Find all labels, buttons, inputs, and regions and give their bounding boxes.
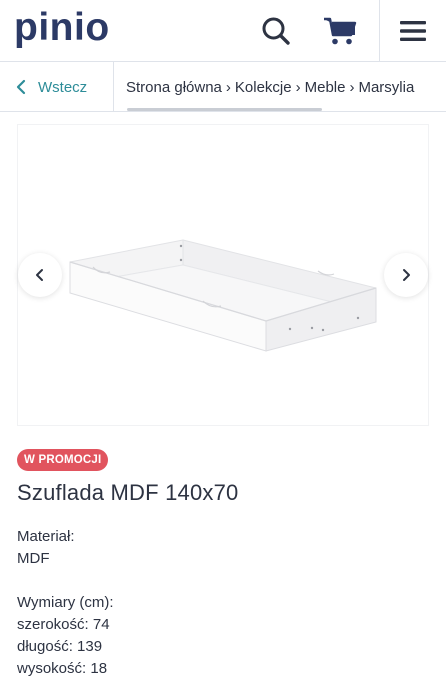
chevron-left-icon <box>16 79 26 95</box>
breadcrumb-item-furniture[interactable]: Meble <box>305 79 346 96</box>
gallery-prev-button[interactable] <box>18 253 62 297</box>
menu-button[interactable] <box>379 0 446 62</box>
material-label: Materiał: <box>17 528 75 545</box>
breadcrumb-separator: › <box>295 78 301 96</box>
back-label: Wstecz <box>38 78 88 96</box>
breadcrumb-item-marsylia[interactable]: Marsylia <box>358 79 414 96</box>
dimension-width: szerokość: 74 <box>17 616 110 633</box>
dimensions-label: Wymiary (cm): <box>17 594 114 611</box>
product-image-gallery[interactable] <box>17 124 429 426</box>
product-title: Szuflada MDF 140x70 <box>17 480 239 505</box>
chevron-right-icon <box>403 269 410 281</box>
cart-button[interactable] <box>312 0 368 62</box>
chevron-left-icon <box>36 269 43 281</box>
breadcrumb-separator: › <box>349 78 355 96</box>
search-icon <box>262 17 290 45</box>
hamburger-menu-icon <box>400 21 426 41</box>
top-header: pinio <box>0 0 446 62</box>
breadcrumb-item-collections[interactable]: Kolekcje <box>235 79 292 96</box>
breadcrumb-separator: › <box>225 78 231 96</box>
search-button[interactable] <box>248 0 304 62</box>
promo-badge: W PROMOCJI <box>17 449 109 471</box>
breadcrumb-item-home[interactable]: Strona główna <box>126 79 222 96</box>
product-image <box>69 239 377 352</box>
pinio-logo[interactable]: pinio <box>14 6 110 50</box>
material-value: MDF <box>17 550 50 567</box>
dimension-length: długość: 139 <box>17 638 103 655</box>
breadcrumb-bar: Wstecz Strona główna › Kolekcje › Meble … <box>0 62 446 112</box>
back-button[interactable]: Wstecz <box>0 62 114 112</box>
gallery-next-button[interactable] <box>384 253 428 297</box>
cart-icon <box>324 17 357 45</box>
breadcrumb: Strona główna › Kolekcje › Meble › Marsy… <box>126 62 446 112</box>
dimension-height: wysokość: 18 <box>17 660 108 677</box>
breadcrumb-scrollbar[interactable] <box>127 108 322 111</box>
